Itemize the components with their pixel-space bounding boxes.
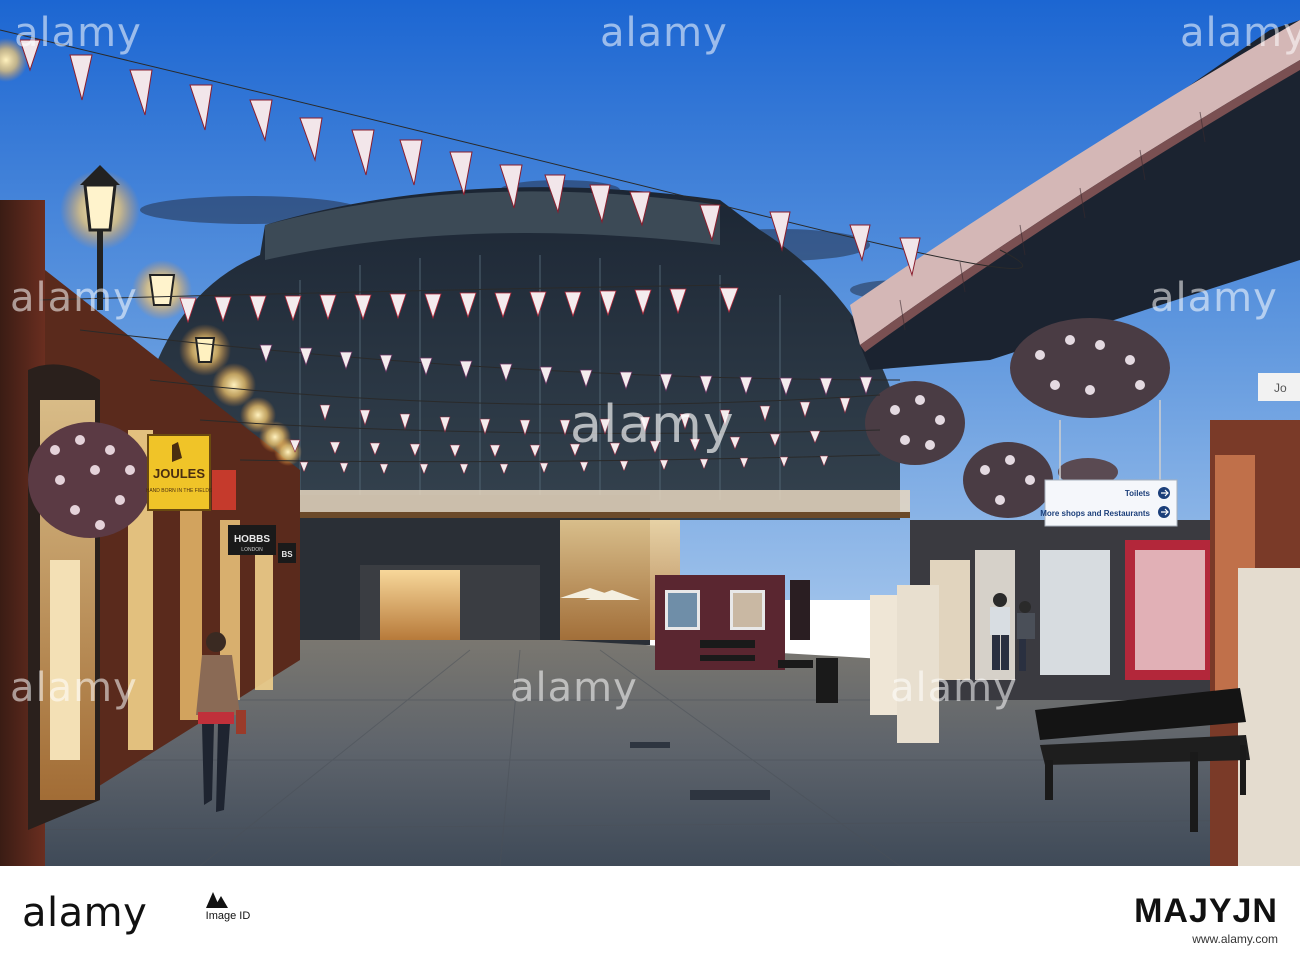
red-shop-sign: [212, 470, 236, 510]
partial-shop-sign: Jo: [1258, 373, 1300, 401]
footer-bar: alamy Image ID MAJYJN www.alamy.com: [0, 866, 1300, 956]
hobbs-sign: HOBBS LONDON: [228, 525, 276, 555]
joules-sign: JOULES HAND BORN IN THE FIELDS: [146, 434, 213, 511]
hobbs-partial-text: BS: [281, 550, 293, 559]
left-hanging-basket: [28, 422, 152, 538]
photo-id: MAJYJN: [1134, 892, 1278, 930]
joules-sub-text: HAND BORN IN THE FIELDS: [146, 488, 213, 494]
site-url: www.alamy.com: [1192, 932, 1278, 946]
partial-shop-sign-text: Jo: [1274, 381, 1287, 395]
joules-brand-text: JOULES: [153, 466, 205, 481]
photo: JOULES HAND BORN IN THE FIELDS HOBBS LON…: [0, 0, 1300, 866]
hobbs-sub-text: LONDON: [241, 547, 263, 553]
canopy-beam: [290, 490, 910, 512]
hobbs-sign-partial: BS: [278, 543, 296, 563]
wayfinding-toilets-text: Toilets: [1125, 489, 1151, 498]
footer-brand: alamy: [22, 890, 148, 936]
image-id-label: Image ID: [205, 910, 251, 922]
wayfinding-more-shops-text: More shops and Restaurants: [1040, 509, 1150, 518]
brand-mark-icon: [206, 892, 228, 908]
hobbs-main-text: HOBBS: [234, 534, 270, 545]
